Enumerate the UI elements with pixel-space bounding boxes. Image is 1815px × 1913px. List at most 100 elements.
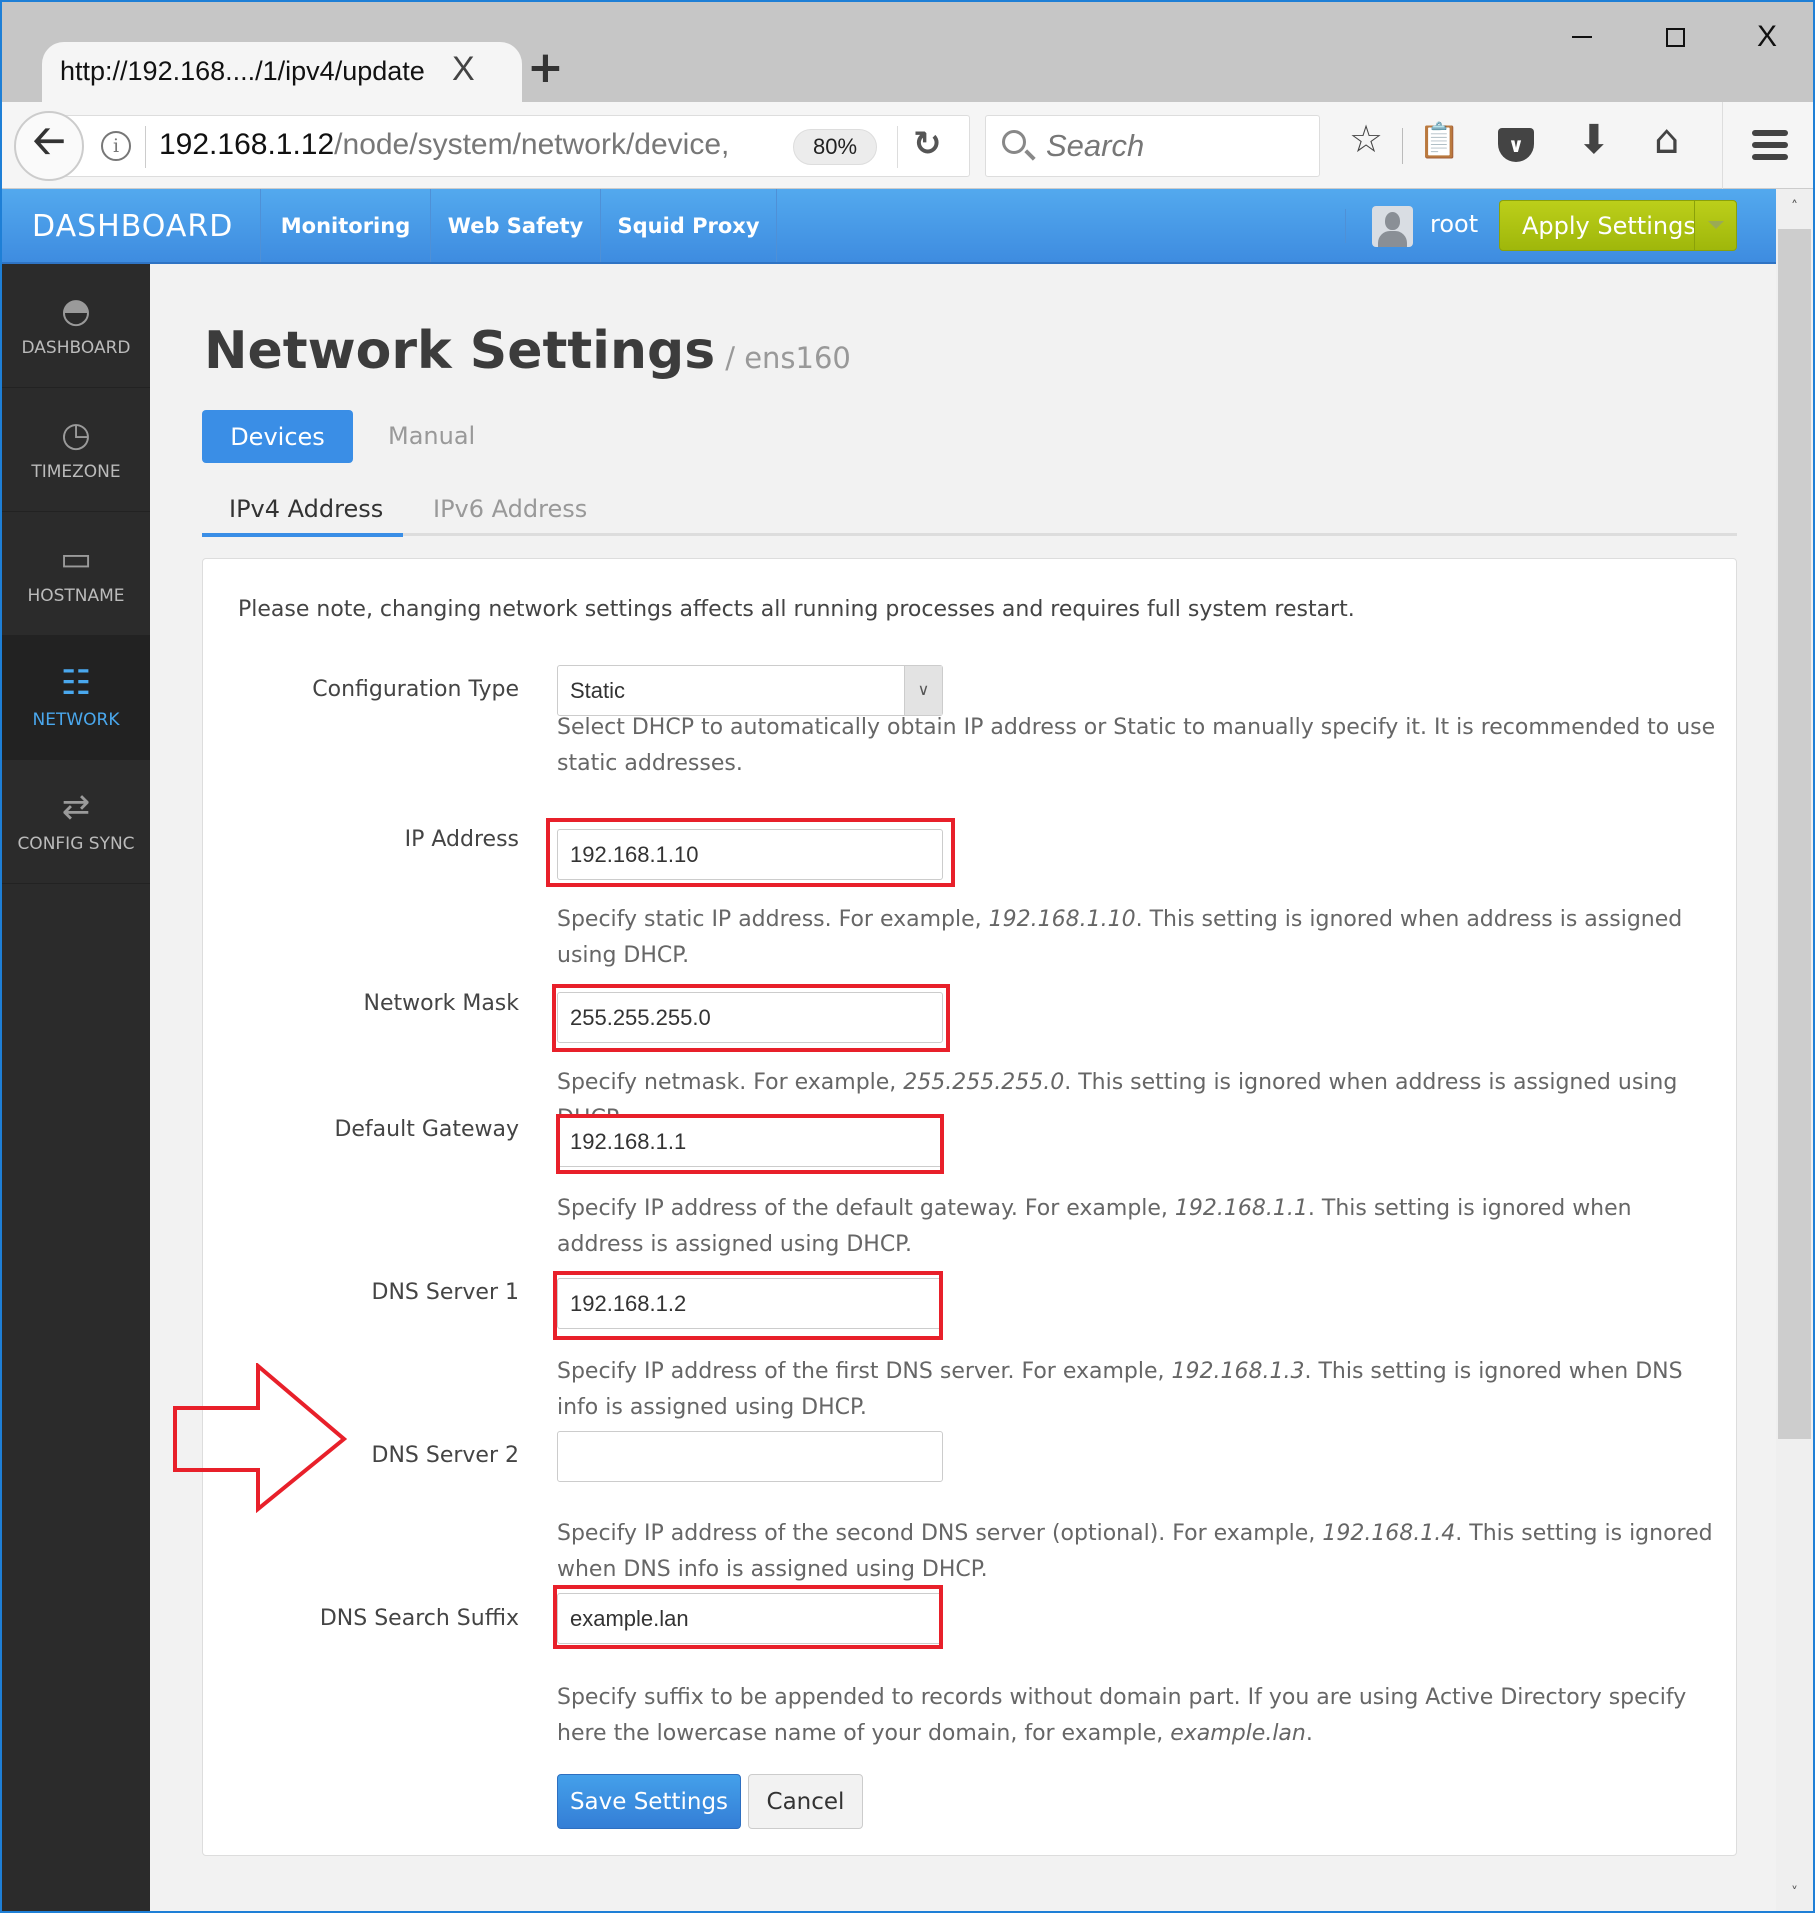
- gateway-field[interactable]: 192.168.1.1: [557, 1116, 943, 1167]
- ip-address-label: IP Address: [404, 827, 519, 852]
- sidebar-item-label: NETWORK: [32, 709, 120, 730]
- search-icon: [1002, 130, 1026, 154]
- config-type-value: Static: [570, 678, 626, 703]
- user-icon: [1385, 212, 1400, 230]
- new-tab-button[interactable]: +: [527, 46, 564, 90]
- sidebar-item-label: HOSTNAME: [27, 585, 125, 606]
- brand-logo[interactable]: DASHBOARD: [32, 209, 233, 244]
- clock-icon: ◷: [61, 414, 91, 455]
- bookmark-star-icon[interactable]: ☆: [1349, 120, 1383, 158]
- page-title-text: Network Settings: [204, 321, 716, 381]
- config-type-select[interactable]: Static ∨: [557, 665, 943, 716]
- scrollbar-thumb[interactable]: [1778, 229, 1811, 1439]
- browser-tab[interactable]: http://192.168..../1/ipv4/update X: [42, 42, 522, 104]
- url-bar[interactable]: i 192.168.1.12/node/system/network/devic…: [46, 115, 970, 177]
- username[interactable]: root: [1430, 210, 1478, 238]
- netmask-field[interactable]: 255.255.255.0: [557, 992, 943, 1043]
- sidebar-item-timezone[interactable]: ◷ TIMEZONE: [2, 388, 150, 512]
- search-placeholder: Search: [1046, 128, 1145, 163]
- config-type-label: Configuration Type: [312, 677, 519, 702]
- ip-address-help: Specify static IP address. For example, …: [557, 907, 1683, 968]
- sidebar-item-label: DASHBOARD: [21, 337, 131, 358]
- divider: [1722, 102, 1723, 189]
- dns-suffix-field[interactable]: example.lan: [557, 1593, 943, 1644]
- exchange-icon: ⇄: [61, 786, 91, 827]
- dns-suffix-help: Specify suffix to be appended to records…: [557, 1685, 1687, 1746]
- gateway-label: Default Gateway: [334, 1117, 519, 1142]
- menu-icon[interactable]: [1752, 130, 1788, 166]
- divider: [897, 126, 898, 168]
- dns2-help: Specify IP address of the second DNS ser…: [557, 1521, 1713, 1582]
- window-close-button[interactable]: X: [1742, 14, 1792, 60]
- search-input[interactable]: Search: [985, 115, 1320, 177]
- pocket-icon[interactable]: ∨: [1498, 128, 1534, 162]
- ip-address-field[interactable]: 192.168.1.10: [557, 829, 943, 880]
- sidebar-item-hostname[interactable]: ▭ HOSTNAME: [2, 512, 150, 636]
- divider: [145, 126, 146, 168]
- dns2-label: DNS Server 2: [371, 1443, 520, 1468]
- reload-icon[interactable]: ↻: [913, 124, 942, 164]
- maximize-icon: [1665, 27, 1685, 47]
- app-header: DASHBOARD Monitoring Web Safety Squid Pr…: [2, 189, 1776, 264]
- scroll-down-icon[interactable]: ˅: [1776, 1875, 1813, 1911]
- zoom-level-badge[interactable]: 80%: [793, 129, 877, 165]
- url-text[interactable]: 192.168.1.12/node/system/network/device,: [159, 128, 729, 162]
- pill-devices[interactable]: Devices: [202, 410, 353, 463]
- scroll-up-icon[interactable]: ˄: [1776, 189, 1813, 225]
- divider: [776, 189, 777, 262]
- url-host: 192.168.1.12: [159, 128, 335, 161]
- hard-drive-icon: ▭: [59, 538, 93, 579]
- annotation-arrow-icon: [173, 1363, 348, 1513]
- sidebar-item-network[interactable]: ☷ NETWORK: [2, 636, 150, 760]
- dns1-field[interactable]: 192.168.1.2: [557, 1278, 943, 1329]
- back-arrow-icon: 🡠: [32, 118, 66, 164]
- nav-web-safety[interactable]: Web Safety: [430, 189, 600, 262]
- sitemap-icon: ☷: [60, 662, 92, 703]
- settings-panel: Please note, changing network settings a…: [202, 558, 1737, 1856]
- navigation-toolbar: i 192.168.1.12/node/system/network/devic…: [2, 102, 1813, 189]
- restart-note: Please note, changing network settings a…: [238, 597, 1355, 622]
- nav-monitoring[interactable]: Monitoring: [260, 189, 430, 262]
- dns-suffix-label: DNS Search Suffix: [319, 1606, 519, 1631]
- sidebar-item-label: TIMEZONE: [31, 461, 121, 482]
- minimize-button[interactable]: [1557, 14, 1607, 60]
- netmask-label: Network Mask: [363, 991, 519, 1016]
- tab-title: http://192.168..../1/ipv4/update: [60, 56, 425, 86]
- vertical-scrollbar[interactable]: ˄ ˅: [1776, 189, 1813, 1911]
- sidebar-item-label: CONFIG SYNC: [17, 833, 135, 854]
- tab-close-icon[interactable]: X: [452, 50, 475, 89]
- tab-ipv4-address[interactable]: IPv4 Address: [229, 495, 383, 523]
- save-settings-button[interactable]: Save Settings: [557, 1774, 741, 1829]
- avatar[interactable]: [1372, 206, 1413, 247]
- sidebar: ◓ DASHBOARD ◷ TIMEZONE ▭ HOSTNAME ☷ NETW…: [2, 264, 150, 1911]
- dns2-field[interactable]: [557, 1431, 943, 1482]
- tab-ipv6-address[interactable]: IPv6 Address: [433, 495, 587, 523]
- sidebar-item-config-sync[interactable]: ⇄ CONFIG SYNC: [2, 760, 150, 884]
- web-page: DASHBOARD Monitoring Web Safety Squid Pr…: [2, 189, 1776, 1911]
- apply-settings-label: Apply Settings: [1522, 212, 1696, 240]
- info-icon[interactable]: i: [101, 131, 131, 161]
- back-button[interactable]: 🡠: [14, 111, 84, 181]
- divider: [1402, 128, 1403, 164]
- chevron-down-icon[interactable]: ∨: [904, 666, 942, 715]
- config-type-help: Select DHCP to automatically obtain IP a…: [557, 715, 1716, 776]
- download-icon[interactable]: ⬇: [1577, 120, 1611, 160]
- page-subtitle: / ens160: [725, 341, 851, 375]
- dropdown-caret-icon[interactable]: [1708, 221, 1724, 229]
- divider: [1345, 209, 1346, 243]
- maximize-button[interactable]: [1650, 14, 1700, 60]
- url-path: /node/system/network/device,: [334, 128, 730, 161]
- apply-settings-button[interactable]: Apply Settings: [1499, 200, 1737, 251]
- gauge-icon: ◓: [61, 290, 91, 331]
- reading-list-icon[interactable]: 📋: [1418, 124, 1460, 158]
- tab-strip-underline: [202, 533, 1737, 536]
- active-tab-indicator: [202, 533, 403, 537]
- gateway-help: Specify IP address of the default gatewa…: [557, 1196, 1632, 1257]
- cancel-button[interactable]: Cancel: [748, 1774, 863, 1829]
- divider: [1694, 201, 1695, 250]
- nav-squid-proxy[interactable]: Squid Proxy: [600, 189, 776, 262]
- dns1-help: Specify IP address of the first DNS serv…: [557, 1359, 1683, 1420]
- home-icon[interactable]: ⌂: [1654, 120, 1679, 160]
- sidebar-item-dashboard[interactable]: ◓ DASHBOARD: [2, 264, 150, 388]
- pill-manual[interactable]: Manual: [388, 422, 475, 450]
